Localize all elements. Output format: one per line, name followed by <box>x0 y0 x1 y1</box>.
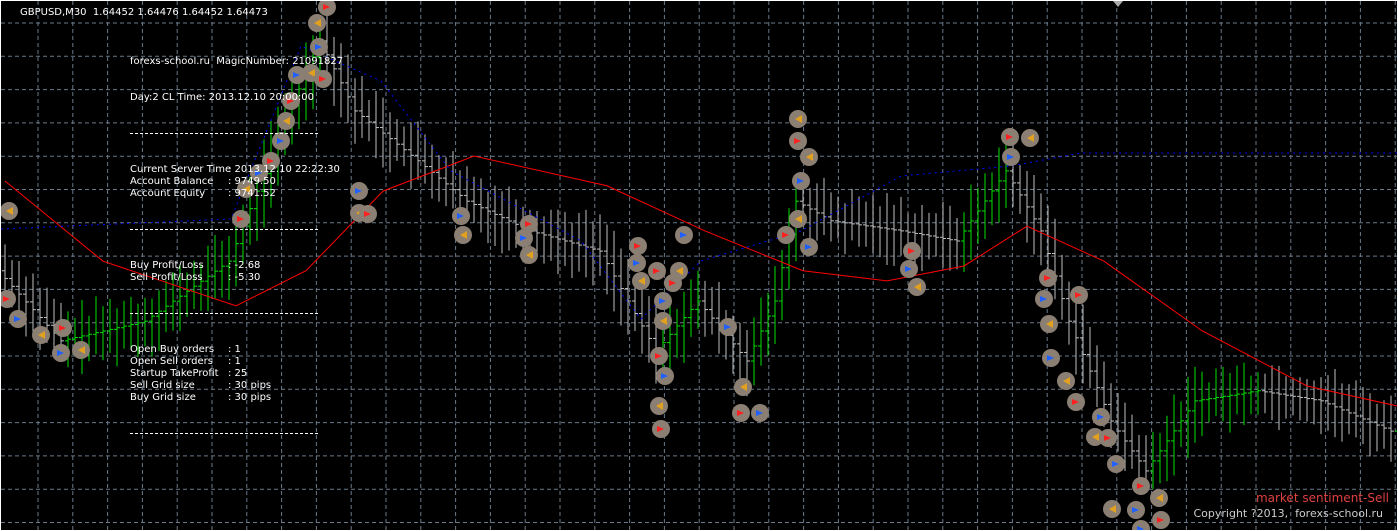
copyright-label: Copyright ?2013, forexs-school.ru <box>1193 507 1384 520</box>
ea-info-panel: forexs-school.ru MagicNumber: 21091827 D… <box>130 32 343 464</box>
info-label: Buy Profit/Loss <box>130 260 204 271</box>
info-value: : -5.30 <box>228 272 261 283</box>
info-label: Sell Grid size <box>130 380 195 391</box>
info-label: Account Equity <box>130 188 206 199</box>
info-label: Open Buy orders <box>130 344 215 355</box>
info-value: : 9741.52 <box>228 188 276 199</box>
panel-line-1: forexs-school.ru MagicNumber: 21091827 <box>130 56 344 67</box>
info-value: : 30 pips <box>228 392 272 403</box>
info-value: : 1 <box>228 356 241 367</box>
info-row: Sell Profit/Loss : -5.30 <box>130 272 343 284</box>
info-row: Buy Grid size : 30 pips <box>130 392 343 404</box>
order-marker-circle <box>318 1 336 16</box>
info-row: Open Buy orders : 1 <box>130 344 343 356</box>
info-value: : 1 <box>228 344 241 355</box>
info-row: Open Sell orders : 1 <box>130 356 343 368</box>
info-label: Open Sell orders <box>130 356 213 367</box>
info-value: : 2013.12.10 22:22:30 <box>228 164 340 175</box>
panel-line-2: Day:2 CL Time: 2013.12.10 20:00:00 <box>130 92 315 103</box>
info-value: : 25 <box>228 368 248 379</box>
symbol-quote-line: GBPUSD,M30 1.64452 1.64476 1.64452 1.644… <box>20 7 268 18</box>
info-label: Buy Grid size <box>130 392 196 403</box>
info-row: Startup TakeProfit : 25 <box>130 368 343 380</box>
divider <box>130 229 318 230</box>
info-value: : 30 pips <box>228 380 272 391</box>
divider <box>130 313 318 314</box>
info-row: Account Equity : 9741.52 <box>130 188 343 200</box>
info-label: Startup TakeProfit <box>130 368 219 379</box>
info-row: Account Balance : 9749.50 <box>130 176 343 188</box>
info-label: Account Balance <box>130 176 214 187</box>
price-chart[interactable]: GBPUSD,M30 1.64452 1.64476 1.64452 1.644… <box>0 0 1398 531</box>
chart-shift-marker-icon[interactable] <box>1113 1 1123 7</box>
divider <box>130 433 318 434</box>
info-value: : -2.68 <box>228 260 261 271</box>
info-row: Current Server Time: 2013.12.10 22:22:30 <box>130 164 343 176</box>
divider <box>130 133 318 134</box>
info-label: Current Server Time <box>130 164 232 175</box>
info-row: Buy Profit/Loss : -2.68 <box>130 260 343 272</box>
info-value: : 9749.50 <box>228 176 276 187</box>
info-label: Sell Profit/Loss <box>130 272 203 283</box>
market-sentiment-label: market sentiment-Sell <box>1255 491 1389 505</box>
info-row: Sell Grid size : 30 pips <box>130 380 343 392</box>
